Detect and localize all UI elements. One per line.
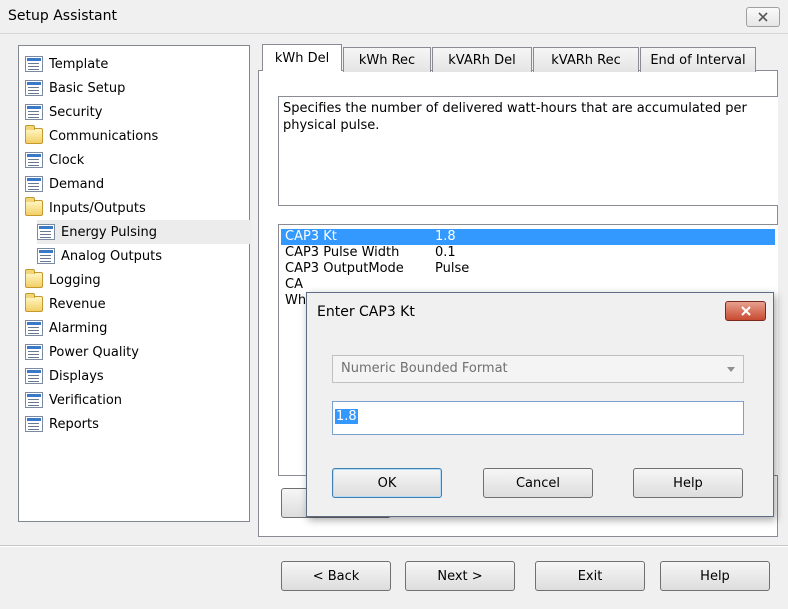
folder-icon <box>25 125 43 144</box>
tree-item-label: Communications <box>49 128 159 144</box>
tab-kvarh-rec[interactable]: kVARh Rec <box>533 47 639 72</box>
window-title: Setup Assistant <box>8 8 117 24</box>
document-icon <box>25 56 43 72</box>
document-icon <box>37 248 55 264</box>
folder-icon <box>25 293 43 312</box>
document-icon <box>25 104 43 120</box>
tree-item-displays[interactable]: Displays <box>25 364 239 388</box>
dialog-close-button[interactable] <box>725 301 766 321</box>
document-icon <box>25 320 43 336</box>
tree-item-security[interactable]: Security <box>25 100 239 124</box>
list-item[interactable]: CA <box>281 277 775 293</box>
setup-tree: Template Basic Setup Security Communicat… <box>18 45 251 522</box>
tree-item-label: Verification <box>49 392 123 408</box>
tree-item-label: Inputs/Outputs <box>49 200 146 216</box>
description-box: Specifies the number of delivered watt-h… <box>278 96 778 206</box>
chevron-down-icon <box>727 367 735 372</box>
tree-item-logging[interactable]: Logging <box>25 268 239 292</box>
tree-item-analog-outputs[interactable]: Analog Outputs <box>37 244 251 268</box>
list-item[interactable]: CAP3 Kt 1.8 <box>281 229 775 245</box>
document-icon <box>25 80 43 96</box>
tab-kwh-rec[interactable]: kWh Rec <box>343 47 431 72</box>
list-item[interactable]: CAP3 OutputMode Pulse <box>281 261 775 277</box>
register-name: CAP3 OutputMode <box>285 261 404 276</box>
register-value: Pulse <box>435 261 470 276</box>
register-name: Wh <box>285 293 307 308</box>
tree-item-label: Analog Outputs <box>61 248 162 264</box>
tree-item-demand[interactable]: Demand <box>25 172 239 196</box>
document-icon <box>25 152 43 168</box>
value-text: 1.8 <box>335 409 358 424</box>
register-name: CAP3 Pulse Width <box>285 245 400 260</box>
tree-item-revenue[interactable]: Revenue <box>25 292 239 316</box>
format-value: Numeric Bounded Format <box>341 361 508 376</box>
format-dropdown[interactable]: Numeric Bounded Format <box>332 355 744 383</box>
document-icon <box>25 176 43 192</box>
register-value: 1.8 <box>435 229 456 244</box>
register-name: CA <box>285 277 303 292</box>
dialog-help-button[interactable]: Help <box>633 468 743 498</box>
dialog-title: Enter CAP3 Kt <box>317 304 415 320</box>
tree-item-label: Demand <box>49 176 105 192</box>
document-icon <box>25 344 43 360</box>
back-button[interactable]: < Back <box>281 561 391 591</box>
tree-item-template[interactable]: Template <box>25 52 239 76</box>
tree-item-label: Energy Pulsing <box>61 224 157 240</box>
tab-kwh-del[interactable]: kWh Del <box>262 44 342 71</box>
tree-item-label: Displays <box>49 368 104 384</box>
title-bar <box>0 0 788 34</box>
tree-item-label: Clock <box>49 152 85 168</box>
enter-value-dialog: Enter CAP3 Kt Numeric Bounded Format 1.8… <box>306 292 774 517</box>
list-item[interactable]: CAP3 Pulse Width 0.1 <box>281 245 775 261</box>
tree-item-reports[interactable]: Reports <box>25 412 239 436</box>
tree-item-label: Alarming <box>49 320 108 336</box>
tree-item-label: Reports <box>49 416 99 432</box>
register-name: CAP3 Kt <box>285 229 337 244</box>
folder-icon <box>25 269 43 288</box>
tree-item-energy-pulsing[interactable]: Energy Pulsing <box>37 220 251 244</box>
tree-item-communications[interactable]: Communications <box>25 124 239 148</box>
tree-item-alarming[interactable]: Alarming <box>25 316 239 340</box>
tree-item-label: Power Quality <box>49 344 139 360</box>
document-icon <box>25 416 43 432</box>
tree-item-label: Logging <box>49 272 101 288</box>
document-icon <box>25 392 43 408</box>
close-icon <box>740 306 751 316</box>
close-icon <box>758 12 768 22</box>
tree-item-label: Template <box>49 56 109 72</box>
help-button[interactable]: Help <box>660 561 770 591</box>
tab-end-of-interval[interactable]: End of Interval <box>640 47 756 72</box>
tree-item-verification[interactable]: Verification <box>25 388 239 412</box>
exit-button[interactable]: Exit <box>535 561 645 591</box>
ok-button[interactable]: OK <box>332 468 442 498</box>
cancel-button[interactable]: Cancel <box>483 468 593 498</box>
document-icon <box>37 224 55 240</box>
next-button[interactable]: Next > <box>405 561 515 591</box>
folder-icon <box>25 197 43 216</box>
footer-separator <box>0 545 788 547</box>
tree-item-clock[interactable]: Clock <box>25 148 239 172</box>
register-value: 0.1 <box>435 245 456 260</box>
tree-item-inputs-outputs[interactable]: Inputs/Outputs <box>25 196 239 220</box>
tab-kvarh-del[interactable]: kVARh Del <box>432 47 532 72</box>
tree-item-label: Revenue <box>49 296 106 312</box>
value-input[interactable]: 1.8 <box>332 401 744 435</box>
document-icon <box>25 368 43 384</box>
tree-item-label: Basic Setup <box>49 80 126 96</box>
tree-item-basic-setup[interactable]: Basic Setup <box>25 76 239 100</box>
window-close-button[interactable] <box>746 7 780 27</box>
tree-item-label: Security <box>49 104 103 120</box>
tree-item-power-quality[interactable]: Power Quality <box>25 340 239 364</box>
